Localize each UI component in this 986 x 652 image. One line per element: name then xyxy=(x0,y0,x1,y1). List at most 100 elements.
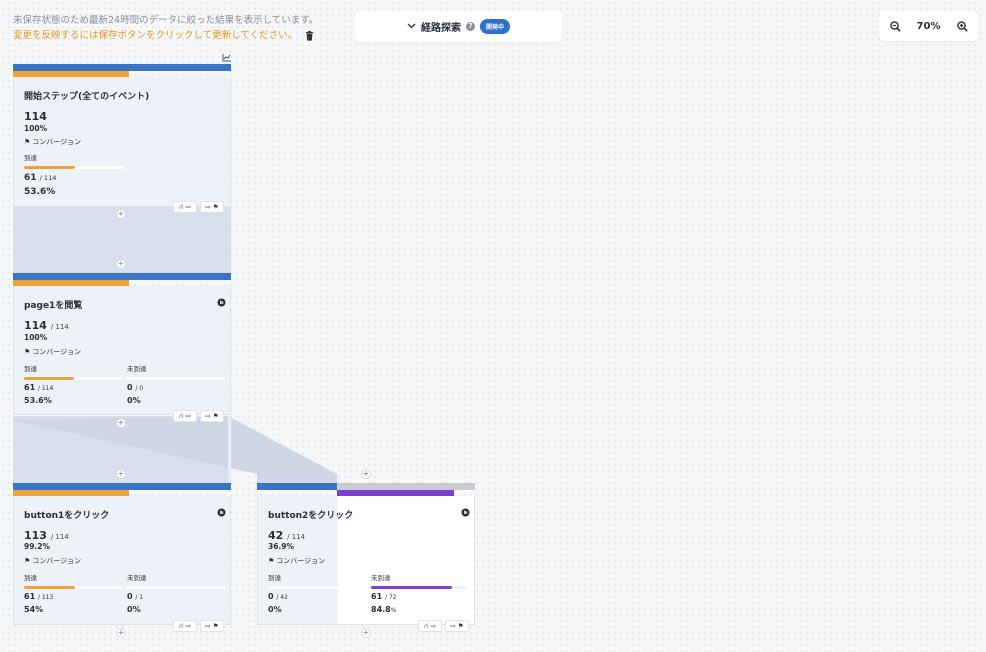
unreached-number: 61 xyxy=(371,592,383,601)
reached-total: / 114 xyxy=(37,385,54,392)
flag-icon: ⚑ xyxy=(268,557,275,565)
add-step-button[interactable]: + xyxy=(361,628,371,638)
reached-track xyxy=(24,586,122,589)
unreached-number: 0 xyxy=(127,592,133,601)
unreached-label: 未到達 xyxy=(127,365,147,373)
step-card-body: 開始ステップ(全てのイベント) 114 100% ⚑ コンバージョン 到達 61 … xyxy=(13,77,231,207)
reached-number: 61 xyxy=(24,173,37,183)
step-card-body: page1を閲覧 114 / 114 100% ⚑ コンバージョン 到達 未到達 … xyxy=(13,286,231,415)
goal-action-button[interactable]: ⇨ ⚑ xyxy=(200,201,224,213)
reached-label: 到達 xyxy=(24,154,37,162)
step-card-button1[interactable]: button1をクリック 113 / 114 99.2% ⚑ コンバージョン 到達… xyxy=(13,483,231,625)
step-percent: 100% xyxy=(24,333,48,342)
step-percent: 100% xyxy=(24,124,48,133)
unreached-label: 未到達 xyxy=(127,574,147,582)
step-count-value: 114 xyxy=(24,110,47,123)
step-title: 開始ステップ(全てのイベント) xyxy=(24,92,150,102)
conversion-text: コンバージョン xyxy=(32,348,82,356)
reached-number: 61 xyxy=(24,592,36,601)
step-title: button2をクリック xyxy=(268,511,354,521)
step-card-body: button2をクリック 42 / 114 36.9% ⚑ コンバージョン 到達 … xyxy=(257,496,475,625)
reached-value: 0 / 42 xyxy=(268,592,288,601)
step-percent: 36.9% xyxy=(268,542,295,551)
reached-label: 到達 xyxy=(24,574,37,582)
step-count-total: / 114 xyxy=(287,533,306,541)
reached-number: 61 xyxy=(24,383,36,392)
chart-icon[interactable] xyxy=(222,54,231,64)
branch-action-button[interactable]: ⛙ ⇨ xyxy=(173,620,197,632)
unreached-percent: 0% xyxy=(127,396,141,405)
click-hand-icon xyxy=(217,502,226,517)
unreached-percent: 84.8% xyxy=(371,605,396,614)
unreached-total: / 0 xyxy=(135,385,144,392)
goal-action-button[interactable]: ⇨ ⚑ xyxy=(200,410,224,422)
unreached-value: 0 / 0 xyxy=(127,383,143,392)
flag-icon: ⚑ xyxy=(24,138,31,146)
add-step-button[interactable]: + xyxy=(361,469,371,479)
step-count-value: 114 xyxy=(24,319,47,332)
reached-total: / 113 xyxy=(37,594,54,601)
step-percent: 99.2% xyxy=(24,542,51,551)
unreached-fill xyxy=(371,586,452,589)
step-count-value: 113 xyxy=(24,529,47,542)
step-count: 114 xyxy=(24,110,47,123)
flow-gap xyxy=(228,416,231,492)
conversion-label: ⚑ コンバージョン xyxy=(24,347,81,357)
step-card-page1[interactable]: page1を閲覧 114 / 114 100% ⚑ コンバージョン 到達 未到達 … xyxy=(13,273,231,415)
reached-value: 61 / 114 xyxy=(24,173,56,183)
add-step-button[interactable]: + xyxy=(116,469,126,479)
step-title: button1をクリック xyxy=(24,511,110,521)
add-step-button[interactable]: + xyxy=(116,418,126,428)
unreached-track xyxy=(127,377,225,380)
click-hand-icon xyxy=(461,502,470,517)
unreached-value: 0 / 1 xyxy=(127,592,143,601)
step-header-bar xyxy=(13,273,231,280)
unreached-track xyxy=(127,586,225,589)
reached-percent: 0% xyxy=(268,605,282,614)
step-count: 114 / 114 xyxy=(24,319,69,332)
conversion-label: ⚑ コンバージョン xyxy=(24,137,81,147)
branch-action-button[interactable]: ⛙ ⇨ xyxy=(173,201,197,213)
unreached-label: 未到達 xyxy=(371,574,391,582)
branch-action-button[interactable]: ⛙ ⇨ xyxy=(418,620,442,632)
goal-action-button[interactable]: ⇨ ⚑ xyxy=(445,620,469,632)
step-header-bars xyxy=(257,483,475,490)
step-card-button2[interactable]: button2をクリック 42 / 114 36.9% ⚑ コンバージョン 到達 … xyxy=(257,483,475,625)
add-step-button[interactable]: + xyxy=(116,209,126,219)
unreached-total: / 1 xyxy=(135,594,144,601)
conversion-text: コンバージョン xyxy=(276,557,326,565)
goal-action-button[interactable]: ⇨ ⚑ xyxy=(200,620,224,632)
unreached-total: / 72 xyxy=(384,594,397,601)
reached-track xyxy=(24,166,124,169)
reached-percent: 53.6% xyxy=(24,187,56,197)
unreached-value: 61 / 72 xyxy=(371,592,397,601)
reached-fill xyxy=(24,586,75,589)
branch-action-button[interactable]: ⛙ ⇨ xyxy=(173,410,197,422)
unreached-percent-unit: % xyxy=(390,607,397,614)
reached-value: 61 / 114 xyxy=(24,383,53,392)
add-step-button[interactable]: + xyxy=(116,628,126,638)
reached-percent: 53.6% xyxy=(24,396,52,405)
conversion-label: ⚑ コンバージョン xyxy=(268,556,325,566)
step-count: 113 / 114 xyxy=(24,529,69,542)
step-title: page1を閲覧 xyxy=(24,301,83,311)
step-header-bar xyxy=(13,483,231,490)
reached-track xyxy=(268,586,363,589)
reached-label: 到達 xyxy=(24,365,37,373)
reached-total: / 114 xyxy=(39,174,57,182)
reached-fill xyxy=(24,377,74,380)
step-card-body: button1をクリック 113 / 114 99.2% ⚑ コンバージョン 到達… xyxy=(13,496,231,625)
unreached-percent: 0% xyxy=(127,605,141,614)
add-step-button[interactable]: + xyxy=(116,259,126,269)
reached-track xyxy=(24,377,122,380)
reached-label: 到達 xyxy=(268,574,281,582)
reached-value: 61 / 113 xyxy=(24,592,53,601)
conversion-label: ⚑ コンバージョン xyxy=(24,556,81,566)
conversion-text: コンバージョン xyxy=(32,557,82,565)
step-header-bar-other xyxy=(337,483,475,490)
step-card-start[interactable]: 開始ステップ(全てのイベント) 114 100% ⚑ コンバージョン 到達 61 … xyxy=(13,54,231,207)
reached-fill xyxy=(24,166,75,169)
flag-icon: ⚑ xyxy=(24,557,31,565)
click-hand-icon xyxy=(217,292,226,307)
reached-total: / 42 xyxy=(276,594,288,601)
